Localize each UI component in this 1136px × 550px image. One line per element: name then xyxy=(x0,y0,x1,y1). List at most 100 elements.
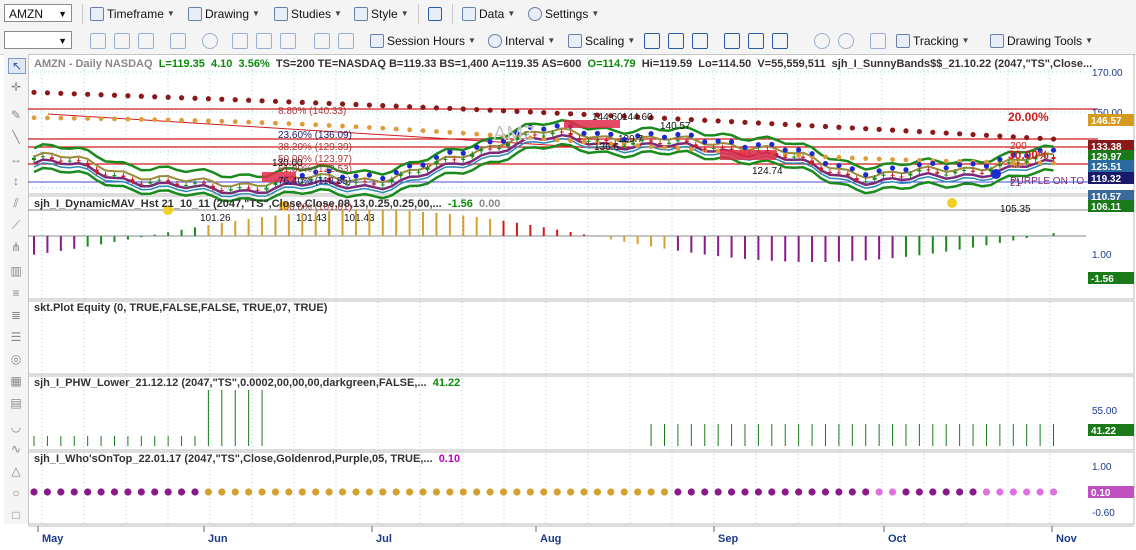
whos-on-top-dot xyxy=(486,488,494,496)
study-label: sjh_I_SunnyBands$$_21.10.22 (2047,"TS",C… xyxy=(831,58,1093,70)
bar-chart-icon[interactable] xyxy=(644,33,660,49)
chevron-down-icon[interactable]: ▼ xyxy=(58,32,67,50)
ticks2-icon[interactable] xyxy=(748,33,764,49)
spiral-icon[interactable]: ◎ xyxy=(8,352,24,366)
dot-blue xyxy=(863,172,869,178)
symbol-input[interactable]: AMZN ▼ xyxy=(4,4,72,22)
tracking-button[interactable]: Tracking ▼ xyxy=(896,32,970,50)
histogram-bar xyxy=(167,232,170,236)
wave-icon[interactable]: ∿ xyxy=(8,442,24,456)
circle-icon[interactable]: ○ xyxy=(8,486,24,500)
vertical-icon[interactable]: ↕ xyxy=(8,174,24,188)
gear-icon[interactable] xyxy=(314,33,330,49)
dot-orange xyxy=(326,123,332,128)
dot-maroon xyxy=(527,109,533,115)
whos-on-top-dot xyxy=(298,488,306,496)
candle-chart-icon[interactable] xyxy=(668,33,684,49)
whos-on-top-dot xyxy=(1023,488,1031,496)
dot-maroon xyxy=(192,95,198,101)
grid-icon[interactable]: ▦ xyxy=(8,374,24,388)
histogram-bar xyxy=(743,236,746,259)
fib-icon[interactable]: ≡ xyxy=(8,286,24,300)
arc-icon[interactable]: ◡ xyxy=(8,420,24,434)
style-label: Style xyxy=(371,7,398,21)
whos-on-top-dot xyxy=(258,488,266,496)
square-icon[interactable]: □ xyxy=(8,508,24,522)
whos-on-top-dot xyxy=(30,488,38,496)
ticks3-icon[interactable] xyxy=(772,33,788,49)
fib2-icon[interactable]: ≣ xyxy=(8,308,24,322)
timeframe-button[interactable]: Timeframe ▼ xyxy=(90,5,175,23)
grid2-icon[interactable]: ▤ xyxy=(8,396,24,410)
drawing-tools-button[interactable]: Drawing Tools ▼ xyxy=(990,32,1093,50)
lines-icon[interactable]: ☰ xyxy=(8,330,24,344)
line-icon[interactable]: ╲ xyxy=(8,130,24,144)
candle-body xyxy=(997,163,1002,167)
histogram-bar xyxy=(301,212,304,236)
pointer-icon[interactable]: ↖ xyxy=(8,58,26,74)
histogram-bar xyxy=(368,210,371,236)
dot-maroon xyxy=(366,102,372,108)
chevron-down-icon[interactable]: ▼ xyxy=(58,5,67,23)
candle2-chart-icon[interactable] xyxy=(692,33,708,49)
histogram-bar xyxy=(556,229,559,236)
dot-orange xyxy=(648,144,654,150)
chart-icon[interactable] xyxy=(338,33,354,49)
candle-body xyxy=(979,172,984,174)
channel-icon[interactable]: ⫽ xyxy=(8,196,24,210)
histogram-bar xyxy=(851,236,854,262)
ticks-icon[interactable] xyxy=(724,33,740,49)
zoom-in-icon[interactable] xyxy=(814,33,830,49)
candle-body xyxy=(112,175,117,177)
candle-body xyxy=(139,183,144,185)
studies-button[interactable]: Studies ▼ xyxy=(274,5,342,23)
whos-on-top-dot xyxy=(956,488,964,496)
magnify-icon[interactable] xyxy=(170,33,186,49)
panel4-label: sjh_I_PHW_Lower_21.12.12 (2047,"TS",0.00… xyxy=(34,377,460,389)
candle-body xyxy=(246,187,251,189)
scaling-button[interactable]: Scaling ▼ xyxy=(568,32,635,50)
dot-blue xyxy=(594,130,601,136)
drawing-button[interactable]: Drawing ▼ xyxy=(188,5,260,23)
candle-body xyxy=(836,172,841,174)
session-hours-button[interactable]: Session Hours ▼ xyxy=(370,32,476,50)
bars-icon[interactable]: ▥ xyxy=(8,264,24,278)
candle-body xyxy=(407,172,412,174)
tools2-icon[interactable] xyxy=(280,33,296,49)
clock-icon[interactable] xyxy=(202,33,218,49)
chart-area[interactable]: 8.80% (140.33) 23.60% (136.09) 38.20% (129… xyxy=(28,54,1136,550)
settings-button[interactable]: Settings ▼ xyxy=(528,5,599,23)
interval-button[interactable]: Interval ▼ xyxy=(488,32,555,50)
style-button[interactable]: Style ▼ xyxy=(354,5,409,23)
resize-icon[interactable]: ↔ xyxy=(8,152,24,166)
pen-icon[interactable] xyxy=(232,33,248,49)
histogram-bar xyxy=(891,236,894,259)
grid-icon[interactable] xyxy=(138,33,154,49)
histogram-bar xyxy=(395,210,398,236)
triangle-icon[interactable]: △ xyxy=(8,464,24,478)
whos-on-top-dot xyxy=(660,488,669,496)
x-axis-month: Jul xyxy=(376,533,392,545)
layout-icon xyxy=(428,7,442,21)
dot-orange xyxy=(434,129,439,134)
chevron-down-icon: ▼ xyxy=(591,9,600,18)
interval-input[interactable]: ▼ xyxy=(4,31,72,49)
tools-icon[interactable] xyxy=(256,33,272,49)
candle-body xyxy=(210,185,215,189)
refresh-icon[interactable] xyxy=(90,33,106,49)
cursor-icon[interactable] xyxy=(114,33,130,49)
wrench-icon[interactable]: ✎ xyxy=(8,108,24,122)
crosshair-icon[interactable]: ✛ xyxy=(8,80,24,94)
dot-maroon xyxy=(957,131,963,137)
histogram-bar xyxy=(153,234,156,236)
studies-label: Studies xyxy=(291,7,332,21)
dot-blue xyxy=(809,151,815,157)
data-button[interactable]: Data ▼ xyxy=(462,5,515,23)
zoom-out-icon[interactable] xyxy=(838,33,854,49)
layout-button[interactable] xyxy=(428,5,442,23)
x-axis-month: May xyxy=(42,533,64,545)
fan-icon[interactable]: ⟋ xyxy=(8,218,24,232)
dot-orange xyxy=(836,155,842,160)
pitchfork-icon[interactable]: ⋔ xyxy=(8,240,24,254)
window-icon[interactable] xyxy=(870,33,886,49)
